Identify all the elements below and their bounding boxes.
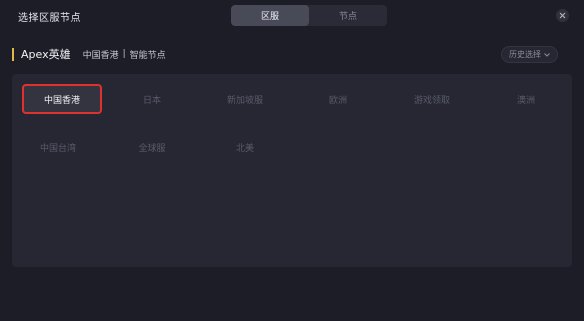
game-title: Apex英雄 (21, 48, 71, 61)
region-option-taiwan[interactable]: 中国台湾 (18, 132, 98, 162)
tab-bar: 区服 节点 (231, 5, 387, 26)
close-button[interactable] (556, 9, 569, 22)
region-option-europe[interactable]: 欧洲 (298, 84, 378, 114)
region-list-panel: 中国香港 日本 新加坡服 欧洲 游戏领取 澳洲 中国台湾 全球服 北美 (12, 74, 572, 267)
crumb-separator: | (122, 49, 126, 59)
history-dropdown-button[interactable]: 历史选择 (501, 46, 558, 63)
tab-node[interactable]: 节点 (309, 5, 387, 26)
region-option-north-america[interactable]: 北美 (205, 132, 285, 162)
accent-bar (12, 47, 14, 61)
region-select-dialog: 选择区服节点 区服 节点 Apex英雄 中国香港 | 智能节点 历史选择 中国香… (0, 0, 584, 321)
region-option-global[interactable]: 全球服 (112, 132, 192, 162)
chevron-down-icon (544, 52, 550, 57)
current-node-label: 智能节点 (129, 50, 166, 61)
current-region-label: 中国香港 (82, 50, 119, 61)
dialog-title: 选择区服节点 (18, 13, 81, 24)
game-header: Apex英雄 中国香港 | 智能节点 (12, 45, 166, 63)
tab-region[interactable]: 区服 (231, 5, 309, 26)
region-option-singapore[interactable]: 新加坡服 (205, 84, 285, 114)
region-option-game-claim[interactable]: 游戏领取 (392, 84, 472, 114)
close-icon (559, 12, 566, 19)
history-label: 历史选择 (509, 50, 541, 59)
region-option-japan[interactable]: 日本 (112, 84, 192, 114)
region-option-australia[interactable]: 澳洲 (486, 84, 566, 114)
region-option-hongkong[interactable]: 中国香港 (22, 84, 102, 114)
